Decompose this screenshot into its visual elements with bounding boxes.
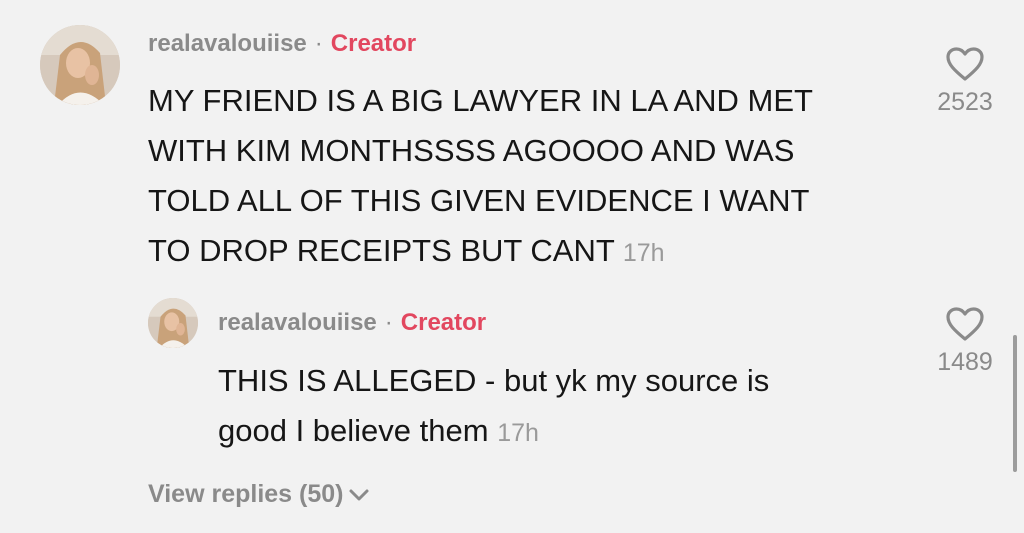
like-count: 1489 [937, 348, 993, 376]
creator-badge: Creator [400, 309, 487, 336]
meta-separator: · [314, 30, 323, 57]
chevron-down-icon [349, 489, 369, 500]
avatar-photo [148, 298, 198, 348]
comment-line: MY FRIEND IS A BIG LAWYER IN LA AND MET [148, 83, 813, 118]
reply-line: good I believe them [218, 413, 489, 448]
reply-avatar[interactable] [148, 298, 198, 348]
comment-timestamp: 17h [622, 239, 665, 267]
view-replies-label: View replies (50) [148, 480, 344, 508]
scrollbar[interactable] [1013, 335, 1017, 472]
reply-timestamp: 17h [497, 419, 539, 447]
username[interactable]: realavalouiise [148, 30, 307, 58]
like-button[interactable]: 2523 [925, 46, 1005, 117]
commenter-avatar[interactable] [40, 25, 120, 105]
comment-meta: realavalouiise · Creator [148, 30, 416, 58]
reply-meta: realavalouiise · Creator [218, 309, 486, 337]
like-count: 2523 [937, 88, 993, 116]
comment-text: MY FRIEND IS A BIG LAWYER IN LA AND MET … [148, 76, 813, 278]
view-replies-button[interactable]: View replies (50) [148, 480, 370, 509]
username[interactable]: realavalouiise [218, 309, 377, 337]
heart-outline-icon [946, 47, 984, 81]
comment-line: TO DROP RECEIPTS BUT CANT [148, 233, 615, 268]
avatar-photo [40, 25, 120, 105]
creator-badge: Creator [330, 30, 417, 57]
reply-text: THIS IS ALLEGED - but yk my source is go… [218, 356, 769, 458]
meta-separator: · [384, 309, 393, 336]
reply-like-button[interactable]: 1489 [925, 306, 1005, 377]
comment-line: TOLD ALL OF THIS GIVEN EVIDENCE I WANT [148, 183, 810, 218]
reply-line: THIS IS ALLEGED - but yk my source is [218, 363, 770, 398]
comment-line: WITH KIM MONTHSSSS AGOOOO AND WAS [148, 133, 795, 168]
heart-outline-icon [946, 307, 984, 341]
